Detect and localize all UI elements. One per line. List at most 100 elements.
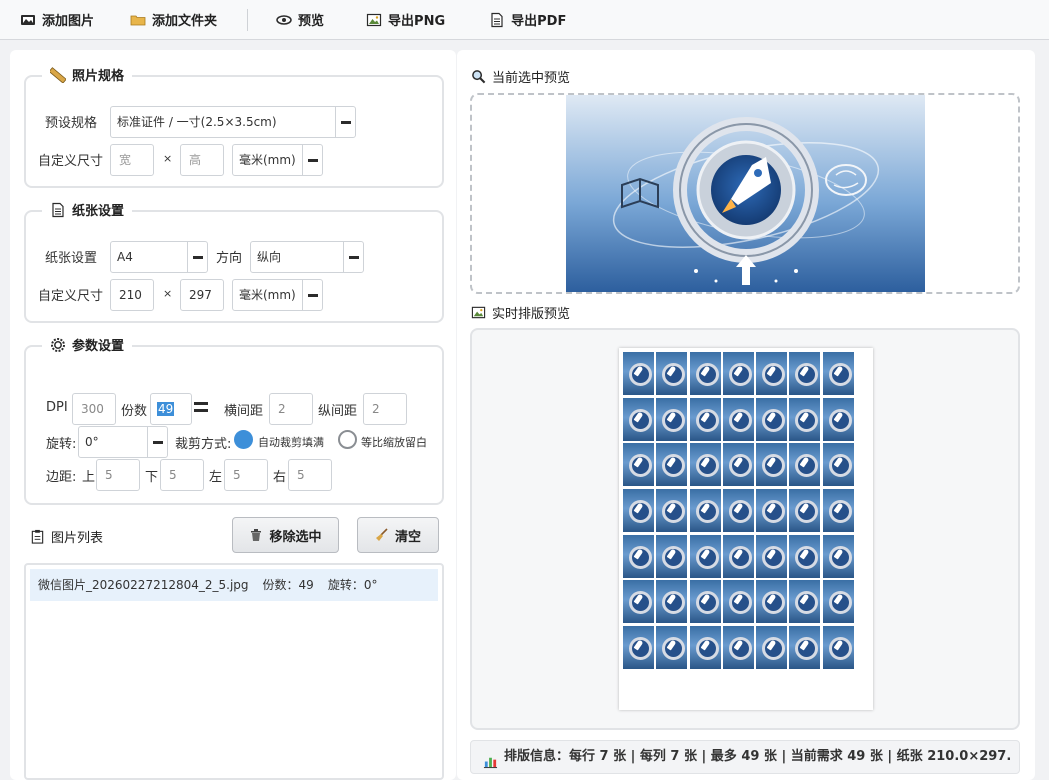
export-png-button[interactable]: 导出PNG xyxy=(366,0,445,40)
layout-preview-area xyxy=(470,328,1020,730)
margin-label: 边距: xyxy=(46,470,77,485)
paper-width-input[interactable]: 210 xyxy=(110,279,154,311)
params-title: 参数设置 xyxy=(42,335,133,354)
layout-info-text: 排版信息：每行 7 张 | 每列 7 张 | 最多 49 张 | 当前需求 49… xyxy=(504,749,1012,764)
orientation-dropdown-arrow[interactable] xyxy=(343,242,363,272)
margin-left-label: 左 xyxy=(209,470,223,485)
paper-unit-dropdown-arrow[interactable] xyxy=(302,280,322,310)
layout-thumbnail xyxy=(623,443,654,487)
paper-size-value: A4 xyxy=(117,250,133,264)
rotation-dropdown-arrow[interactable] xyxy=(147,427,167,457)
photo-height-input[interactable]: 高 xyxy=(180,144,224,176)
margin-right-input[interactable]: 5 xyxy=(288,459,332,491)
crop-label: 裁剪方式: xyxy=(175,437,232,452)
layout-thumbnail xyxy=(689,443,721,487)
paper-custom-size-label: 自定义尺寸 xyxy=(38,289,104,304)
paper-size-select[interactable]: A4 xyxy=(110,241,208,273)
spinner-up-icon xyxy=(194,402,208,405)
v-gap-input[interactable]: 2 xyxy=(363,393,407,425)
current-preview-title-text: 当前选中预览 xyxy=(492,71,571,86)
preview-button[interactable]: 预览 xyxy=(276,0,324,40)
h-gap-input[interactable]: 2 xyxy=(269,393,313,425)
crop-fill-radio[interactable] xyxy=(234,430,253,449)
dpi-label: DPI xyxy=(46,400,68,415)
list-item-copies: 份数：49 xyxy=(262,578,314,592)
preset-label: 预设规格 xyxy=(45,116,98,131)
picture-icon xyxy=(471,305,486,320)
photo-spec-group: 照片规格 预设规格 标准证件 / 一寸(2.5×3.5cm) 自定义尺寸 宽 ×… xyxy=(24,65,444,188)
paper-unit-select[interactable]: 毫米(mm) xyxy=(232,279,323,311)
layout-thumbnail xyxy=(656,580,688,624)
dropdown-icon xyxy=(307,293,318,297)
paper-size-dropdown-arrow[interactable] xyxy=(187,242,207,272)
layout-thumbnail xyxy=(722,352,754,395)
h-gap-label: 横间距 xyxy=(224,404,264,419)
preset-dropdown-arrow[interactable] xyxy=(335,107,355,137)
v-gap-label: 纵间距 xyxy=(318,404,358,419)
photo-spec-title-text: 照片规格 xyxy=(72,69,125,84)
layout-thumbnail xyxy=(822,489,854,533)
gear-icon xyxy=(50,337,66,353)
copies-spinner[interactable] xyxy=(194,401,208,417)
photo-unit-dropdown-arrow[interactable] xyxy=(302,145,322,175)
clear-label: 清空 xyxy=(394,529,421,545)
photo-spec-title: 照片规格 xyxy=(42,65,133,84)
add-image-button[interactable]: 添加图片 xyxy=(20,0,94,40)
list-item[interactable]: 微信图片_20260227212804_2_5.jpg 份数：49 旋转：0° xyxy=(30,569,438,601)
layout-thumbnail xyxy=(722,580,754,624)
orientation-select[interactable]: 纵向 xyxy=(250,241,364,273)
paper-height-input[interactable]: 297 xyxy=(180,279,224,311)
thumbnail-grid xyxy=(623,352,854,670)
crop-fit-radio[interactable] xyxy=(338,430,357,449)
paper-title-text: 纸张设置 xyxy=(72,204,125,219)
image-list-title-text: 图片列表 xyxy=(51,531,104,546)
document-icon xyxy=(50,202,66,218)
photo-unit-value: 毫米(mm) xyxy=(239,153,296,167)
margin-bottom-input[interactable]: 5 xyxy=(160,459,204,491)
remove-selected-button[interactable]: 移除选中 xyxy=(232,517,339,553)
clear-button[interactable]: 清空 xyxy=(357,517,439,553)
photo-width-input[interactable]: 宽 xyxy=(110,144,154,176)
dropdown-icon xyxy=(192,255,203,259)
dpi-input[interactable]: 300 xyxy=(72,393,116,425)
layout-thumbnail xyxy=(822,397,854,441)
layout-thumbnail xyxy=(656,626,688,670)
crop-fit-label[interactable]: 等比缩放留白 xyxy=(361,434,427,450)
photo-unit-select[interactable]: 毫米(mm) xyxy=(232,144,323,176)
layout-thumbnail xyxy=(689,534,721,578)
layout-preview-title-text: 实时排版预览 xyxy=(492,307,571,322)
add-folder-button[interactable]: 添加文件夹 xyxy=(130,0,217,40)
left-panel: 照片规格 预设规格 标准证件 / 一寸(2.5×3.5cm) 自定义尺寸 宽 ×… xyxy=(10,50,456,780)
orientation-label: 方向 xyxy=(216,251,243,266)
crop-fill-label[interactable]: 自动裁剪填满 xyxy=(258,434,324,450)
copies-input[interactable]: 49 xyxy=(150,393,192,425)
layout-thumbnail xyxy=(756,534,788,578)
image-list[interactable]: 微信图片_20260227212804_2_5.jpg 份数：49 旋转：0° xyxy=(24,563,444,780)
image-list-title: 图片列表 xyxy=(30,527,103,546)
rotation-select[interactable]: 0° xyxy=(78,426,168,458)
current-preview-area xyxy=(470,93,1020,294)
export-pdf-button[interactable]: 导出PDF xyxy=(489,0,566,40)
dropdown-icon xyxy=(340,120,351,124)
layout-thumbnail xyxy=(656,352,688,395)
preset-select[interactable]: 标准证件 / 一寸(2.5×3.5cm) xyxy=(110,106,356,138)
ruler-icon xyxy=(48,66,67,84)
layout-thumbnail xyxy=(623,626,654,670)
margin-right-label: 右 xyxy=(273,470,287,485)
export-pdf-label: 导出PDF xyxy=(511,14,567,29)
layout-thumbnail xyxy=(789,626,821,670)
layout-thumbnail xyxy=(756,443,788,487)
layout-thumbnail xyxy=(656,534,688,578)
layout-thumbnail xyxy=(822,580,854,624)
margin-top-input[interactable]: 5 xyxy=(96,459,140,491)
layout-info-bar: 排版信息：每行 7 张 | 每列 7 张 | 最多 49 张 | 当前需求 49… xyxy=(470,740,1020,774)
times-sign: × xyxy=(163,152,173,165)
margin-left-input[interactable]: 5 xyxy=(224,459,268,491)
layout-thumbnail xyxy=(822,352,854,395)
layout-thumbnail xyxy=(722,489,754,533)
broom-icon xyxy=(375,528,389,542)
remove-selected-label: 移除选中 xyxy=(269,529,322,545)
layout-thumbnail xyxy=(789,352,821,395)
layout-thumbnail xyxy=(756,352,788,395)
times-sign: × xyxy=(163,287,173,300)
